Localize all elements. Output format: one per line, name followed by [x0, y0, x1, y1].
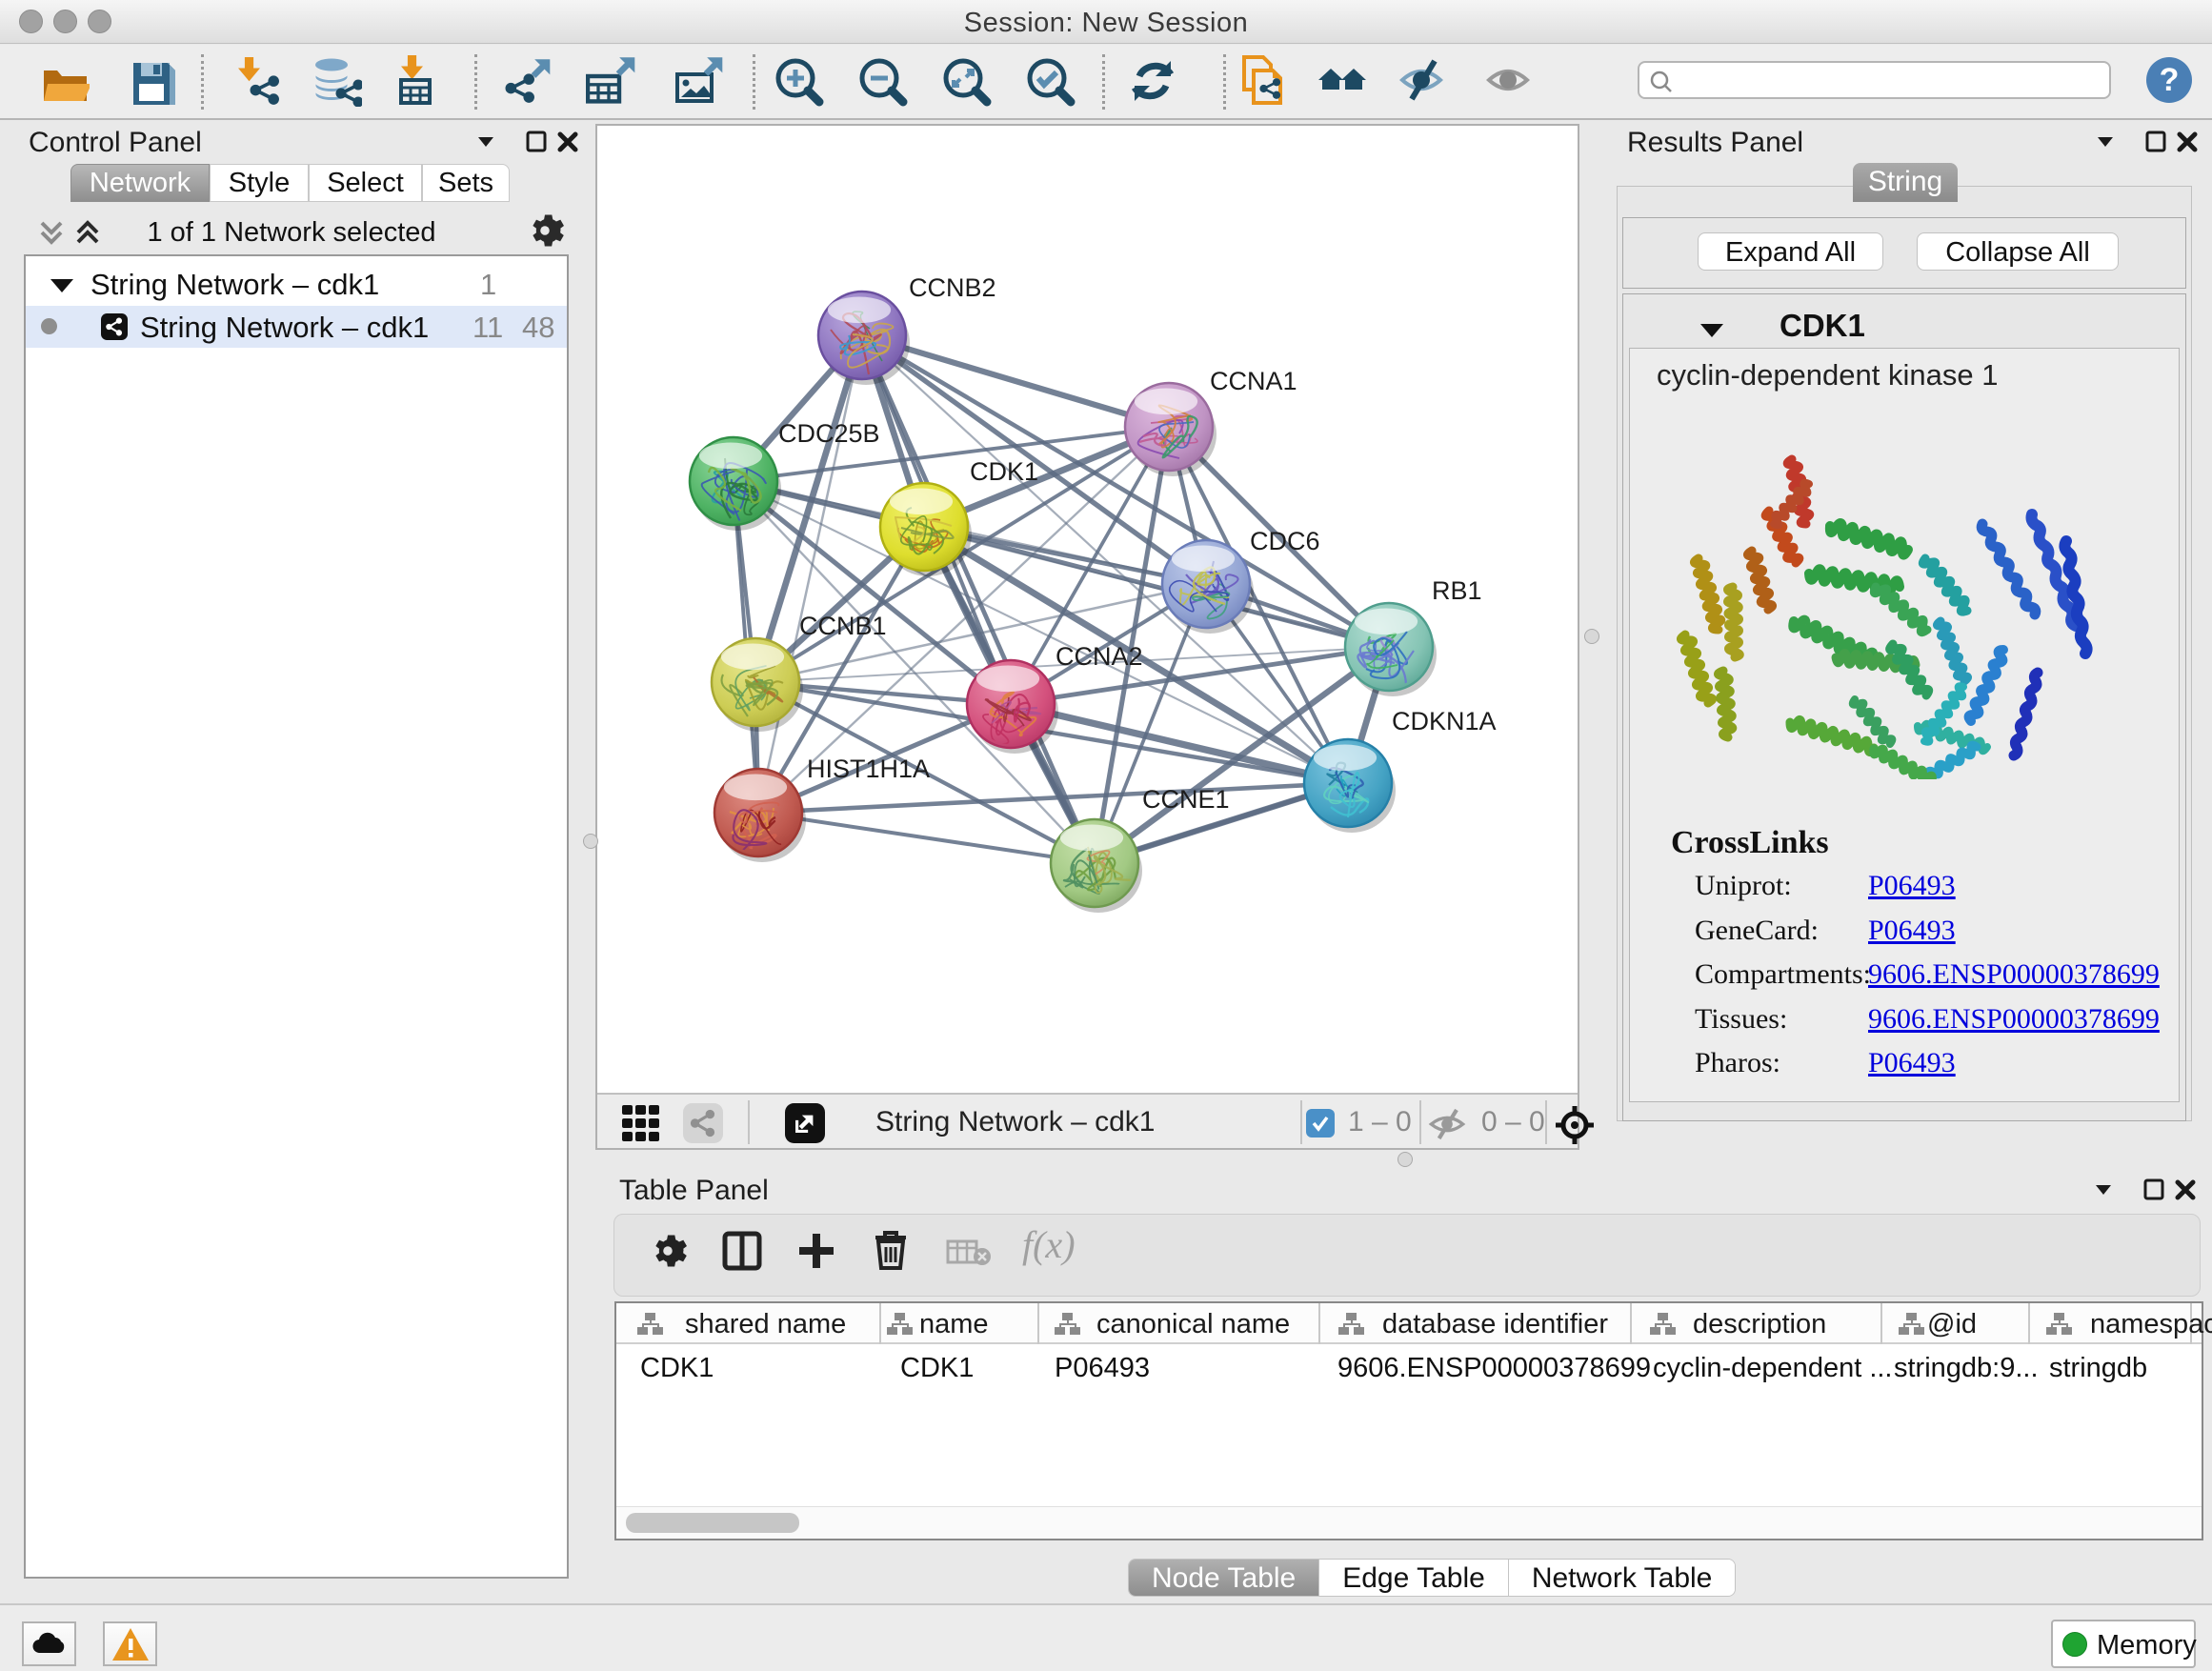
svg-text:CCNA1: CCNA1 — [1210, 367, 1297, 395]
svg-text:HIST1H1A: HIST1H1A — [807, 755, 930, 783]
svg-text:CCNB1: CCNB1 — [799, 612, 887, 640]
svg-text:CCNB2: CCNB2 — [909, 273, 996, 302]
svg-text:CDC25B: CDC25B — [778, 419, 880, 448]
svg-text:CDKN1A: CDKN1A — [1392, 707, 1497, 735]
svg-text:CDK1: CDK1 — [970, 457, 1038, 486]
svg-text:CDC6: CDC6 — [1250, 527, 1320, 555]
svg-text:RB1: RB1 — [1432, 576, 1482, 605]
svg-text:CCNE1: CCNE1 — [1142, 785, 1230, 814]
svg-text:CCNA2: CCNA2 — [1056, 642, 1143, 671]
